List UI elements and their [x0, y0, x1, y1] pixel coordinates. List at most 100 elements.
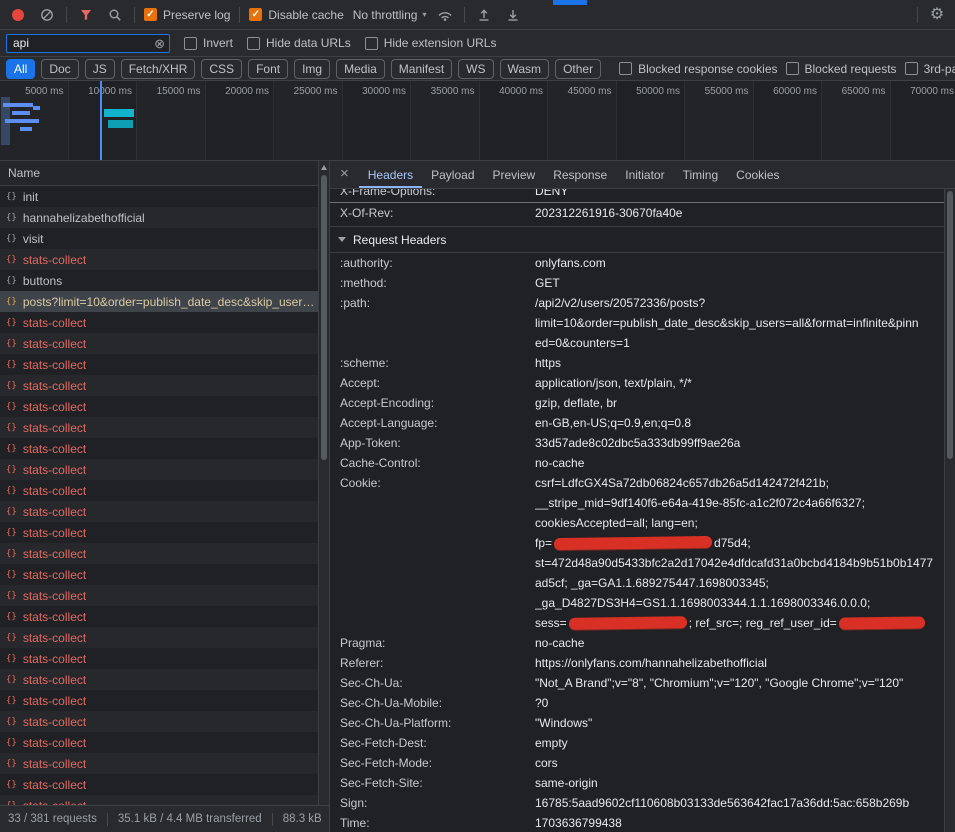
request-row[interactable]: {}stats-collect [0, 732, 329, 753]
filter-chip-ws[interactable]: WS [458, 59, 493, 79]
filter-chip-fetch-xhr[interactable]: Fetch/XHR [121, 59, 196, 79]
scroll-up-arrow-icon[interactable] [321, 165, 327, 170]
request-row[interactable]: {}posts?limit=10&order=publish_date_desc… [0, 291, 329, 312]
request-row[interactable]: {}stats-collect [0, 375, 329, 396]
request-row[interactable]: {}stats-collect [0, 459, 329, 480]
header-name: X-Frame-Options: [340, 189, 535, 201]
request-row[interactable]: {}stats-collect [0, 606, 329, 627]
invert-checkbox[interactable]: Invert [184, 36, 233, 50]
request-row[interactable]: {}stats-collect [0, 774, 329, 795]
timeline-column: 55000 ms [685, 81, 754, 160]
timeline-label: 45000 ms [568, 86, 612, 97]
filter-chip-js[interactable]: JS [85, 59, 115, 79]
disclosure-triangle-icon[interactable] [338, 237, 346, 242]
throttling-dropdown[interactable]: No throttling ▾ [353, 8, 427, 22]
clear-filter-icon[interactable]: ⊗ [154, 37, 165, 50]
hide-data-urls-label: Hide data URLs [266, 36, 351, 50]
disable-cache-label: Disable cache [268, 8, 343, 22]
request-row[interactable]: {}stats-collect [0, 396, 329, 417]
hide-data-urls-checkbox[interactable]: Hide data URLs [247, 36, 351, 50]
filter-chip-doc[interactable]: Doc [41, 59, 78, 79]
request-row[interactable]: {}stats-collect [0, 417, 329, 438]
record-button[interactable] [8, 5, 28, 25]
request-row[interactable]: {}buttons [0, 270, 329, 291]
filter-input[interactable] [11, 35, 154, 51]
request-row[interactable]: {}stats-collect [0, 753, 329, 774]
network-overview-timeline[interactable]: 5000 ms10000 ms15000 ms20000 ms25000 ms3… [0, 81, 955, 161]
header-name: Accept-Language: [340, 413, 535, 433]
request-row[interactable]: {}stats-collect [0, 543, 329, 564]
request-row[interactable]: {}stats-collect [0, 438, 329, 459]
export-har-button[interactable] [503, 5, 523, 25]
tab-preview[interactable]: Preview [484, 161, 545, 188]
request-row[interactable]: {}stats-collect [0, 333, 329, 354]
disable-cache-checkbox[interactable]: Disable cache [249, 8, 343, 22]
tab-cookies[interactable]: Cookies [727, 161, 788, 188]
checkbox-unchecked-icon[interactable] [905, 62, 918, 75]
request-row[interactable]: {}visit [0, 228, 329, 249]
invert-label: Invert [203, 36, 233, 50]
checkbox-unchecked-icon[interactable] [365, 37, 378, 50]
close-details-icon[interactable]: × [336, 165, 359, 184]
scrollbar-thumb[interactable] [321, 175, 327, 460]
filter-chip-img[interactable]: Img [294, 59, 330, 79]
checkbox-checked-icon[interactable] [144, 8, 157, 21]
filter-toggle-button[interactable] [76, 5, 96, 25]
hide-extension-urls-checkbox[interactable]: Hide extension URLs [365, 36, 497, 50]
request-row[interactable]: {}stats-collect [0, 711, 329, 732]
request-list-rows: {}init{}hannahelizabethofficial{}visit {}… [0, 186, 329, 805]
checkbox-unchecked-icon[interactable] [619, 62, 632, 75]
tab-payload[interactable]: Payload [422, 161, 483, 188]
tab-response[interactable]: Response [544, 161, 616, 188]
name-column-header[interactable]: Name [0, 161, 329, 186]
filter-input-box[interactable]: ⊗ [6, 34, 170, 53]
blocked-response-cookies-checkbox[interactable]: Blocked response cookies [619, 62, 777, 76]
tab-timing[interactable]: Timing [674, 161, 728, 188]
request-row[interactable]: {}stats-collect [0, 648, 329, 669]
filter-chip-media[interactable]: Media [336, 59, 385, 79]
request-row[interactable]: {}stats-collect [0, 669, 329, 690]
filter-chip-wasm[interactable]: Wasm [500, 59, 550, 79]
checkbox-checked-icon[interactable] [249, 8, 262, 21]
tab-initiator[interactable]: Initiator [616, 161, 673, 188]
request-row[interactable]: {}stats-collect [0, 522, 329, 543]
search-button[interactable] [105, 5, 125, 25]
checkbox-unchecked-icon[interactable] [184, 37, 197, 50]
request-row[interactable]: {}stats-collect [0, 501, 329, 522]
filter-chip-manifest[interactable]: Manifest [391, 59, 452, 79]
request-list-scrollbar[interactable] [318, 161, 329, 805]
request-row[interactable]: {}stats-collect [0, 354, 329, 375]
request-row[interactable]: {}stats-collect [0, 795, 329, 805]
header-value: DENY [535, 189, 944, 201]
request-row[interactable]: {}stats-collect [0, 585, 329, 606]
preserve-log-checkbox[interactable]: Preserve log [144, 8, 230, 22]
third-party-requests-checkbox[interactable]: 3rd-party requests [905, 62, 955, 76]
settings-button[interactable]: ⚙ [927, 5, 947, 25]
header-name: Sec-Ch-Ua-Mobile: [340, 693, 535, 713]
import-har-button[interactable] [474, 5, 494, 25]
request-row[interactable]: {}init [0, 186, 329, 207]
request-row[interactable]: {}stats-collect [0, 690, 329, 711]
scrollbar-thumb[interactable] [947, 191, 953, 459]
script-icon: {} [6, 360, 17, 370]
network-conditions-button[interactable] [435, 5, 455, 25]
header-name: :authority: [340, 253, 535, 273]
filter-chip-font[interactable]: Font [248, 59, 288, 79]
request-row[interactable]: {}stats-collect [0, 564, 329, 585]
request-row[interactable]: {}stats-collect [0, 312, 329, 333]
request-row[interactable]: {}stats-collect [0, 627, 329, 648]
blocked-requests-checkbox[interactable]: Blocked requests [786, 62, 897, 76]
tab-headers[interactable]: Headers [359, 161, 422, 188]
checkbox-unchecked-icon[interactable] [786, 62, 799, 75]
checkbox-unchecked-icon[interactable] [247, 37, 260, 50]
clear-button[interactable] [37, 5, 57, 25]
request-row[interactable]: {}stats-collect [0, 249, 329, 270]
request-row[interactable]: {}stats-collect [0, 480, 329, 501]
header-value-line: st=472d48a90d5433bfc2a2d17042e4dfdcafd31… [535, 553, 940, 573]
request-headers-section[interactable]: Request Headers [330, 226, 944, 253]
request-row[interactable]: {}hannahelizabethofficial [0, 207, 329, 228]
filter-chip-all[interactable]: All [6, 59, 35, 79]
filter-chip-css[interactable]: CSS [201, 59, 242, 79]
details-scrollbar[interactable] [944, 189, 955, 832]
filter-chip-other[interactable]: Other [555, 59, 601, 79]
